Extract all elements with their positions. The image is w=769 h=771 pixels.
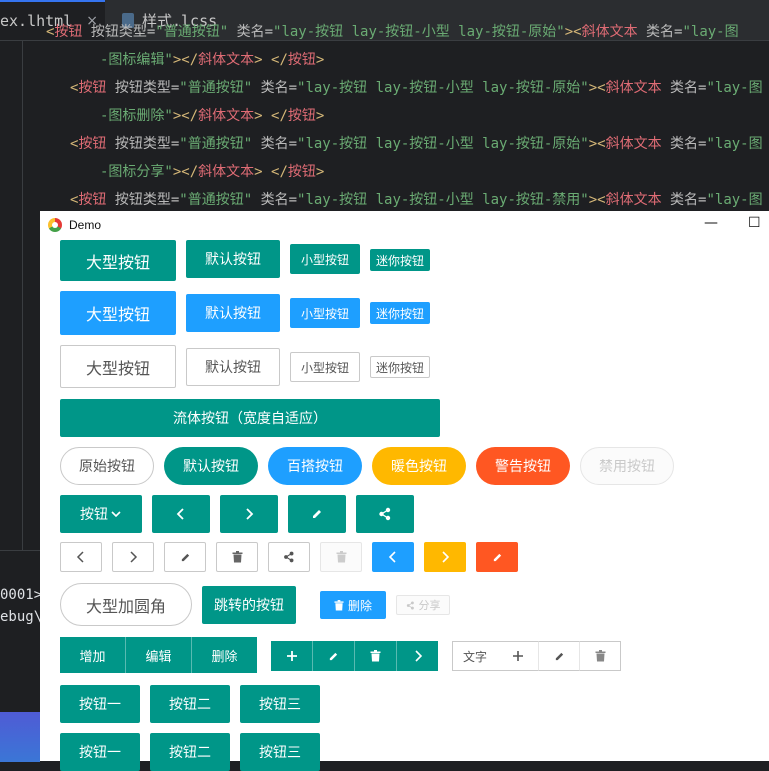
round-disabled-button: 禁用按钮 [580,447,674,485]
mini-button[interactable]: 迷你按钮 [370,302,430,324]
button-two[interactable]: 按钮二 [150,733,230,771]
group-edit-button[interactable]: 编辑 [126,637,192,673]
console-line: ebug\ [0,609,43,625]
group-edit-icon-button[interactable] [313,641,355,671]
default-button[interactable]: 默认按钮 [186,294,280,332]
large-button[interactable]: 大型按钮 [60,345,176,388]
delete-button-disabled [320,542,362,572]
pencil-icon [492,552,503,563]
group-next-icon-button[interactable] [397,641,438,671]
edit-button[interactable] [164,542,206,572]
pencil-icon [180,552,191,563]
round-default-button[interactable]: 默认按钮 [164,447,258,485]
round-danger-button[interactable]: 警告按钮 [476,447,570,485]
chevron-left-icon [175,507,187,521]
chevron-right-icon [243,507,255,521]
plus-icon [512,650,524,662]
group-add-icon-button[interactable] [271,641,313,671]
share-button[interactable] [356,495,414,533]
code-line: <按钮 按钮类型="普通按钮" 类名="lay-按钮 lay-按钮-小型 lay… [70,192,763,208]
share-button-disabled: 分享 [396,595,450,615]
dropdown-button[interactable]: 按钮 [60,495,142,533]
prev-button[interactable] [372,542,414,572]
pencil-icon [328,651,339,662]
button-three[interactable]: 按钮三 [240,733,320,771]
group-delete-icon-button[interactable] [355,641,397,671]
code-line: <按钮 按钮类型="普通按钮" 类名="lay-按钮 lay-按钮-小型 lay… [46,24,739,40]
delete-button[interactable]: 删除 [320,591,386,619]
delete-label: 删除 [347,598,372,613]
small-button[interactable]: 小型按钮 [290,244,360,274]
large-round-button[interactable]: 大型加圆角 [60,583,192,626]
group-add-icon-button[interactable] [497,641,539,671]
next-button[interactable] [220,495,278,533]
round-primary-button[interactable]: 原始按钮 [60,447,154,485]
chevron-left-icon [388,551,398,563]
mini-button[interactable]: 迷你按钮 [370,356,430,378]
chevron-down-icon [110,508,122,520]
code-line: -图标删除"></斜体文本> </按钮> [100,108,325,124]
button-three[interactable]: 按钮三 [240,685,320,723]
default-button[interactable]: 默认按钮 [186,240,280,278]
prev-button[interactable] [152,495,210,533]
large-button[interactable]: 大型按钮 [60,291,176,335]
chevron-left-icon [76,551,86,563]
taskbar-strip [0,712,40,762]
share-label: 分享 [418,599,441,612]
button-one[interactable]: 按钮一 [60,685,140,723]
window-title: Demo [69,218,102,232]
code-line: <按钮 按钮类型="普通按钮" 类名="lay-按钮 lay-按钮-小型 lay… [70,80,763,96]
group-edit-icon-button[interactable] [538,641,580,671]
code-line: -图标分享"></斜体文本> </按钮> [100,164,325,180]
large-button[interactable]: 大型按钮 [60,240,176,281]
console-line: 0001> [0,587,43,603]
jump-button[interactable]: 跳转的按钮 [202,586,296,624]
console-panel: 0001> ebug\ [0,550,43,762]
window-titlebar: Demo — ☐ [40,211,769,239]
small-button[interactable]: 小型按钮 [290,298,360,328]
chevron-right-icon [440,551,450,563]
chevron-right-icon [128,551,138,563]
trash-icon [370,650,381,662]
trash-icon [232,551,243,563]
trash-icon [336,551,347,563]
share-icon [378,507,392,521]
share-icon [406,601,415,610]
pencil-icon [554,651,565,662]
trash-icon [595,650,606,662]
minimize-button[interactable]: — [704,215,718,231]
trash-icon [334,599,344,611]
next-button[interactable] [112,542,154,572]
group-delete-icon-button[interactable] [579,641,621,671]
mini-button[interactable]: 迷你按钮 [370,249,430,271]
indent-guide [22,40,23,550]
delete-button[interactable] [216,542,258,572]
fluid-button[interactable]: 流体按钮（宽度自适应） [60,399,440,437]
prev-button[interactable] [60,542,102,572]
code-line: <按钮 按钮类型="普通按钮" 类名="lay-按钮 lay-按钮-小型 lay… [70,136,763,152]
group-text-button[interactable]: 文字 [452,641,498,671]
group-add-button[interactable]: 增加 [60,637,126,673]
code-line: -图标编辑"></斜体文本> </按钮> [100,52,325,68]
app-logo-icon [48,218,62,232]
pencil-icon [311,508,323,520]
round-warm-button[interactable]: 暖色按钮 [372,447,466,485]
round-normal-button[interactable]: 百搭按钮 [268,447,362,485]
edit-button[interactable] [288,495,346,533]
demo-window: Demo — ☐ 大型按钮 默认按钮 小型按钮 迷你按钮 大型按钮 默认按钮 小… [40,211,769,771]
share-icon [283,551,295,563]
plus-icon [286,650,298,662]
small-button[interactable]: 小型按钮 [290,352,360,382]
maximize-button[interactable]: ☐ [748,215,761,231]
button-two[interactable]: 按钮二 [150,685,230,723]
group-delete-button[interactable]: 删除 [192,637,257,673]
next-button[interactable] [424,542,466,572]
edit-button[interactable] [476,542,518,572]
share-button[interactable] [268,542,310,572]
button-one[interactable]: 按钮一 [60,733,140,771]
default-button[interactable]: 默认按钮 [186,348,280,386]
dropdown-label: 按钮 [80,507,108,523]
chevron-right-icon [413,650,423,662]
